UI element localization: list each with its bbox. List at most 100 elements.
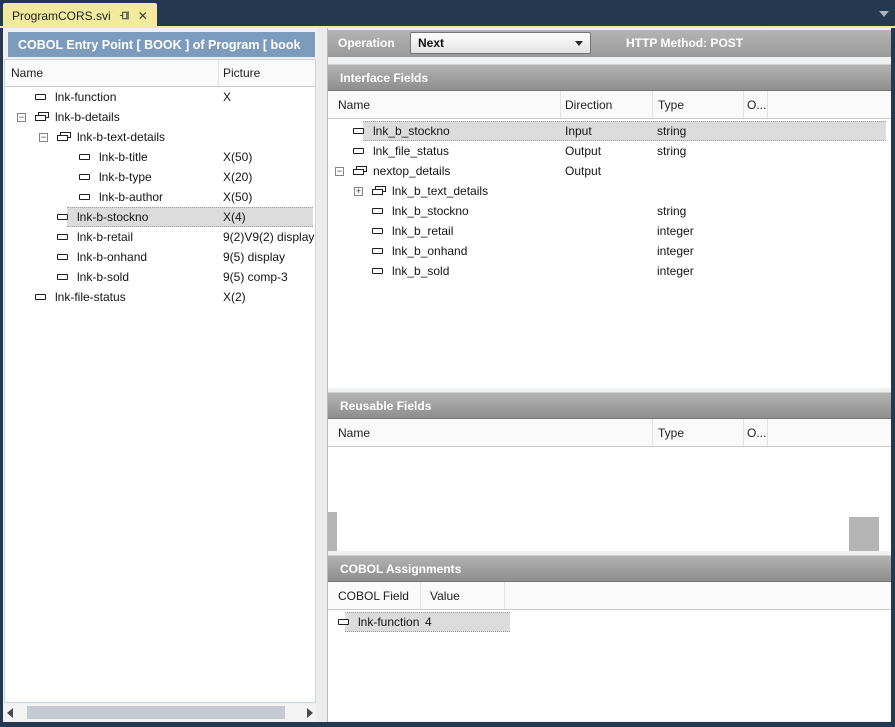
field-icon: [34, 292, 50, 303]
field-icon: [78, 192, 94, 203]
expand-toggle-icon[interactable]: −: [335, 167, 344, 176]
tree-row[interactable]: lnk_b_retail integer: [328, 221, 891, 241]
tree-indent: [17, 257, 39, 258]
cell-direction: Output: [561, 164, 653, 178]
tree-item-label: lnk_b_text_details: [392, 184, 488, 198]
column-header-type[interactable]: Type: [653, 419, 744, 446]
operation-selected-value: Next: [418, 36, 444, 50]
tree-row[interactable]: lnk_b_stockno Inputstring: [328, 121, 891, 141]
tree-row[interactable]: − nextop_details Output: [328, 161, 891, 181]
column-header-occurs[interactable]: O...: [744, 91, 768, 118]
tree-row[interactable]: lnk_b_onhand integer: [328, 241, 891, 261]
tree-item-label: lnk_file_status: [373, 144, 449, 158]
panel-splitter[interactable]: [317, 28, 328, 722]
tree-item-label: lnk_b_stockno: [392, 204, 469, 218]
tree-cell-name: lnk_b_stockno: [331, 204, 561, 218]
reusable-fields-tree: [328, 447, 891, 551]
tree-item-label: lnk-b-type: [99, 170, 152, 184]
close-icon[interactable]: ✕: [138, 10, 148, 22]
tree-indent: [335, 211, 354, 212]
tree-indent: [17, 157, 61, 158]
tree-cell-name: lnk-b-stockno: [13, 210, 219, 224]
service-interface-panel: Operation Next HTTP Method: POST Interfa…: [328, 28, 891, 722]
column-header-name[interactable]: Name: [328, 91, 561, 118]
cell-picture: X(50): [219, 190, 315, 204]
tree-row[interactable]: lnk-b-stockno X(4): [5, 207, 315, 227]
column-header-value[interactable]: Value: [421, 582, 505, 609]
document-tab-strip: ProgramCORS.svi ✕: [0, 0, 895, 28]
chevron-down-icon[interactable]: [879, 11, 889, 17]
column-header-cobol-field[interactable]: COBOL Field: [328, 582, 421, 609]
tree-row[interactable]: lnk-b-type X(20): [5, 167, 315, 187]
tree-row[interactable]: lnk_b_sold integer: [328, 261, 891, 281]
tree-item-label: lnk-function: [358, 615, 419, 629]
tree-indent: [335, 251, 354, 252]
column-header-row: Name Type O...: [328, 419, 891, 447]
tree-row[interactable]: lnk_b_stockno string: [328, 201, 891, 221]
tree-row[interactable]: lnk-b-retail 9(2)V9(2) display: [5, 227, 315, 247]
column-header-row: Name Direction Type O...: [328, 91, 891, 119]
column-header-direction[interactable]: Direction: [561, 91, 653, 118]
field-icon: [34, 92, 50, 103]
tree-item-label: lnk-b-sold: [77, 270, 129, 284]
document-tab[interactable]: ProgramCORS.svi ✕: [3, 3, 157, 28]
tree-indent: [17, 237, 39, 238]
tree-row[interactable]: lnk-b-sold 9(5) comp-3: [5, 267, 315, 287]
scrollbar-thumb[interactable]: [27, 706, 285, 719]
field-icon: [352, 146, 368, 157]
column-header-picture[interactable]: Picture: [219, 60, 315, 86]
interface-fields-section: Interface Fields Name Direction Type O..…: [328, 64, 891, 388]
column-header-filler: [768, 91, 891, 118]
scrollbar-track[interactable]: [19, 706, 301, 719]
tree-item-label: lnk_b_retail: [392, 224, 453, 238]
tree-row[interactable]: − lnk-b-details: [5, 107, 315, 127]
tree-row[interactable]: lnk-b-author X(50): [5, 187, 315, 207]
cell-picture: X: [219, 90, 315, 104]
group-field-icon: [34, 112, 50, 123]
scrollbar-stub: [328, 512, 337, 551]
tree-row[interactable]: lnk-b-onhand 9(5) display: [5, 247, 315, 267]
tree-row[interactable]: lnk-function X: [5, 87, 315, 107]
field-icon: [371, 206, 387, 217]
reusable-fields-section: Reusable Fields Name Type O...: [328, 392, 891, 552]
field-icon: [78, 172, 94, 183]
expand-toggle-icon[interactable]: −: [39, 133, 48, 142]
scroll-right-icon[interactable]: [307, 708, 313, 718]
tree-cell-name: lnk-b-type: [13, 170, 219, 184]
field-icon: [56, 212, 72, 223]
scroll-left-icon[interactable]: [7, 708, 13, 718]
tree-row[interactable]: − lnk-b-text-details: [5, 127, 315, 147]
tree-cell-name: lnk-function: [13, 90, 219, 104]
column-header-occurs[interactable]: O...: [744, 419, 768, 446]
tree-row[interactable]: lnk-file-status X(2): [5, 287, 315, 307]
cobol-entry-point-panel: COBOL Entry Point [ BOOK ] of Program [ …: [3, 28, 317, 722]
scrollbar-stub: [849, 517, 879, 551]
expand-toggle-icon[interactable]: −: [17, 113, 26, 122]
cell-picture: X(50): [219, 150, 315, 164]
column-header-name[interactable]: Name: [5, 60, 219, 86]
tree-item-label: lnk-b-text-details: [77, 130, 165, 144]
horizontal-scrollbar[interactable]: [4, 704, 316, 721]
tree-cell-name: lnk-b-sold: [13, 270, 219, 284]
interface-fields-title: Interface Fields: [328, 64, 891, 91]
column-header-type[interactable]: Type: [653, 91, 744, 118]
tree-row[interactable]: + lnk_b_text_details: [328, 181, 891, 201]
column-header-name[interactable]: Name: [328, 419, 653, 446]
tree-item-label: nextop_details: [373, 164, 450, 178]
http-method-label: HTTP Method: POST: [626, 36, 743, 50]
tree-item-label: lnk-b-details: [55, 110, 120, 124]
expand-toggle-icon[interactable]: +: [354, 187, 363, 196]
pin-icon[interactable]: [119, 10, 130, 21]
field-icon: [337, 617, 353, 628]
tree-indent: [17, 277, 39, 278]
tree-item-label: lnk_b_sold: [392, 264, 449, 278]
tree-cell-name: lnk_b_sold: [331, 264, 561, 278]
tree-row[interactable]: lnk-b-title X(50): [5, 147, 315, 167]
tree-row[interactable]: lnk-function 4: [328, 612, 891, 632]
tree-cell-name: lnk-b-retail: [13, 230, 219, 244]
tree-row[interactable]: lnk_file_status Outputstring: [328, 141, 891, 161]
operation-select[interactable]: Next: [410, 32, 591, 54]
tab-title: ProgramCORS.svi: [12, 9, 111, 23]
field-icon: [371, 266, 387, 277]
tree-cell-name: lnk-b-onhand: [13, 250, 219, 264]
